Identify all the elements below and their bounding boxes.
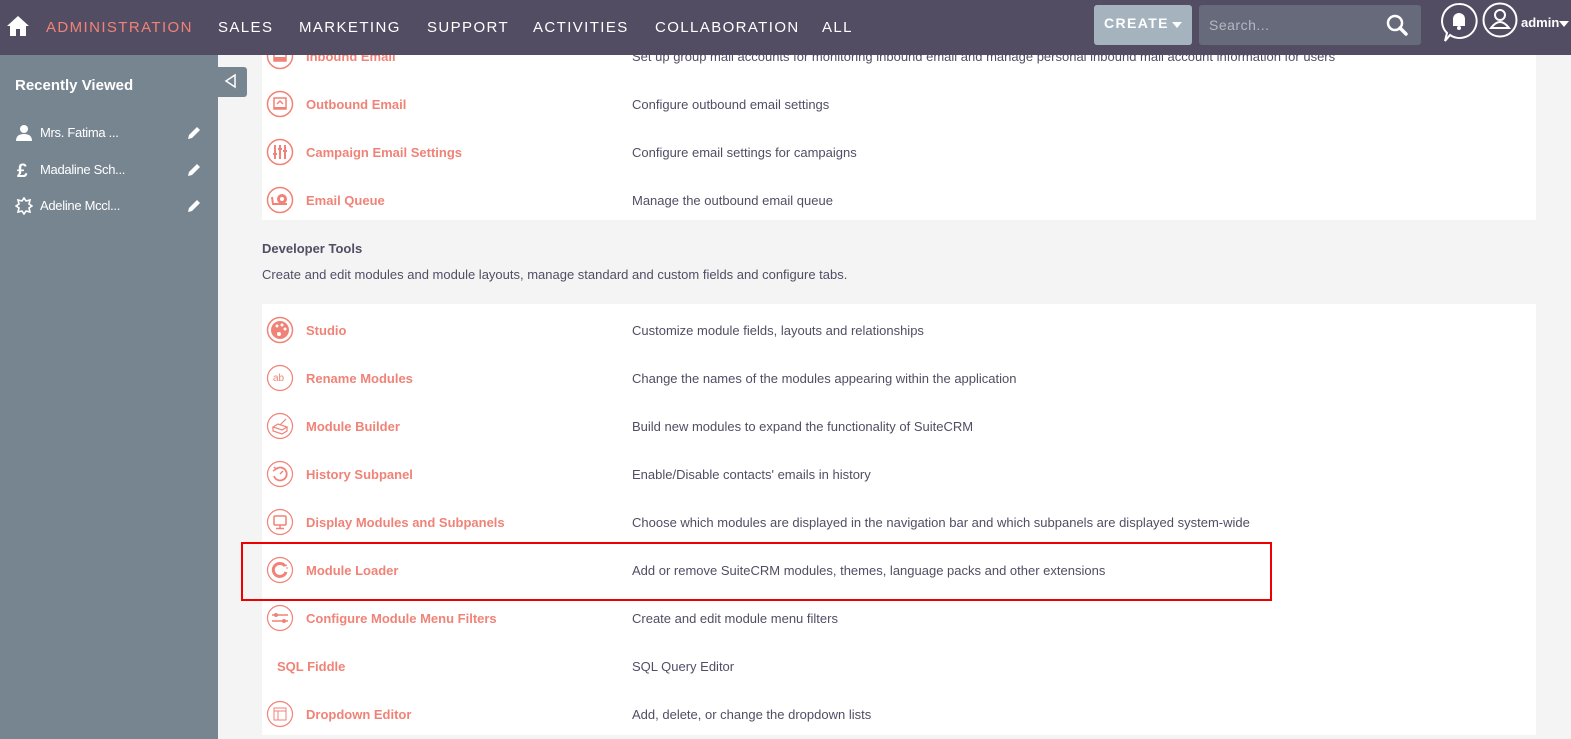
recent-item-label[interactable]: Mrs. Fatima ... — [40, 125, 119, 140]
nav-administration[interactable]: ADMINISTRATION — [46, 19, 193, 36]
nav-sales[interactable]: SALES — [218, 19, 273, 36]
module-builder-link[interactable]: Module Builder — [306, 419, 400, 434]
monitor-icon — [266, 508, 294, 536]
email-queue-link[interactable]: Email Queue — [306, 193, 385, 208]
admin-row: Campaign Email Settings Configure email … — [262, 129, 1536, 177]
row-description: Change the names of the modules appearin… — [632, 371, 1017, 386]
admin-row: Module Builder Build new modules to expa… — [262, 403, 1536, 451]
search-input[interactable] — [1209, 15, 1379, 35]
recent-item-label[interactable]: Madaline Sch... — [40, 162, 125, 177]
nav-collaboration[interactable]: COLLABORATION — [655, 19, 800, 36]
ab-icon: ab — [266, 364, 294, 392]
sql-fiddle-link[interactable]: SQL Fiddle — [277, 659, 345, 674]
pencil-icon[interactable] — [186, 125, 202, 141]
admin-row: Dropdown Editor Add, delete, or change t… — [262, 691, 1536, 739]
developer-tools-description: Create and edit modules and module layou… — [262, 267, 848, 282]
row-description: Add, delete, or change the dropdown list… — [632, 707, 872, 722]
pencil-icon[interactable] — [186, 198, 202, 214]
developer-tools-panel: Studio Customize module fields, layouts … — [262, 304, 1536, 735]
module-builder-icon — [266, 412, 294, 440]
snail-icon — [266, 186, 294, 214]
pencil-icon[interactable] — [186, 162, 202, 178]
nav-support[interactable]: SUPPORT — [427, 19, 509, 36]
display-modules-subpanels-link[interactable]: Display Modules and Subpanels — [306, 515, 505, 530]
outbound-email-icon — [266, 90, 294, 118]
caret-down-icon — [1172, 22, 1182, 28]
top-navigation-bar: ADMINISTRATION SALES MARKETING SUPPORT A… — [0, 0, 1571, 55]
admin-row: Email Queue Manage the outbound email qu… — [262, 177, 1536, 225]
row-description: Configure email settings for campaigns — [632, 145, 857, 160]
developer-tools-title: Developer Tools — [262, 241, 363, 256]
row-description: Enable/Disable contacts' emails in histo… — [632, 467, 871, 482]
studio-link[interactable]: Studio — [306, 323, 346, 338]
nav-all[interactable]: ALL — [822, 19, 853, 36]
row-description: Manage the outbound email queue — [632, 193, 833, 208]
campaign-email-settings-link[interactable]: Campaign Email Settings — [306, 145, 462, 160]
admin-row: SQL Fiddle SQL Query Editor — [262, 643, 1536, 691]
row-description: Build new modules to expand the function… — [632, 419, 974, 434]
rename-modules-link[interactable]: Rename Modules — [306, 371, 413, 386]
row-description: Choose which modules are displayed in th… — [632, 515, 1250, 530]
user-avatar-icon[interactable] — [1482, 2, 1518, 38]
admin-row: ab Rename Modules Change the names of th… — [262, 355, 1536, 403]
row-description: Add or remove SuiteCRM modules, themes, … — [632, 563, 1106, 578]
user-menu-caret-icon[interactable] — [1559, 21, 1569, 27]
outbound-email-link[interactable]: Outbound Email — [306, 97, 406, 112]
svg-text:ab: ab — [273, 373, 285, 384]
dropdown-editor-icon — [266, 700, 294, 728]
create-label: CREATE — [1104, 15, 1169, 31]
recent-item[interactable]: Adeline Mccl... — [0, 191, 218, 221]
row-description: SQL Query Editor — [632, 659, 735, 674]
admin-row: Configure Module Menu Filters Create and… — [262, 595, 1536, 643]
dropdown-editor-link[interactable]: Dropdown Editor — [306, 707, 411, 722]
badge-icon — [15, 197, 33, 215]
recently-viewed-title: Recently Viewed — [15, 77, 134, 94]
filter-sliders-icon — [266, 604, 294, 632]
contact-icon — [16, 125, 32, 141]
admin-row: Studio Customize module fields, layouts … — [262, 307, 1536, 355]
history-subpanel-link[interactable]: History Subpanel — [306, 467, 413, 482]
admin-row-module-loader: Module Loader Add or remove SuiteCRM mod… — [262, 547, 1536, 595]
sliders-icon — [266, 138, 294, 166]
module-loader-icon — [266, 556, 294, 584]
sidebar-collapse-button[interactable] — [218, 67, 247, 97]
user-menu-name[interactable]: admin — [1521, 15, 1559, 30]
nav-activities[interactable]: ACTIVITIES — [533, 19, 629, 36]
home-icon[interactable] — [6, 14, 30, 38]
recent-item[interactable]: Mrs. Fatima ... — [0, 118, 218, 148]
admin-row: History Subpanel Enable/Disable contacts… — [262, 451, 1536, 499]
history-icon — [266, 460, 294, 488]
recent-item-label[interactable]: Adeline Mccl... — [40, 198, 120, 213]
row-description: Customize module fields, layouts and rel… — [632, 323, 924, 338]
search-box — [1199, 5, 1421, 45]
search-icon[interactable] — [1385, 13, 1409, 37]
module-loader-link[interactable]: Module Loader — [306, 563, 398, 578]
row-description: Configure outbound email settings — [632, 97, 830, 112]
recent-item[interactable]: £ Madaline Sch... — [0, 155, 218, 185]
admin-row: Display Modules and Subpanels Choose whi… — [262, 499, 1536, 547]
sidebar: Recently Viewed Mrs. Fatima ... £ Madali… — [0, 55, 218, 739]
create-button[interactable]: CREATE — [1094, 5, 1192, 45]
configure-module-menu-filters-link[interactable]: Configure Module Menu Filters — [306, 611, 497, 626]
nav-marketing[interactable]: MARKETING — [299, 19, 401, 36]
triangle-left-icon — [224, 73, 236, 89]
svg-text:£: £ — [17, 161, 28, 179]
pound-icon: £ — [17, 161, 28, 179]
palette-icon — [266, 316, 294, 344]
notification-bell-icon[interactable] — [1440, 2, 1478, 42]
admin-row: Outbound Email Configure outbound email … — [262, 81, 1536, 129]
row-description: Create and edit module menu filters — [632, 611, 838, 626]
email-settings-panel: Inbound Email Set up group mail accounts… — [262, 30, 1536, 220]
